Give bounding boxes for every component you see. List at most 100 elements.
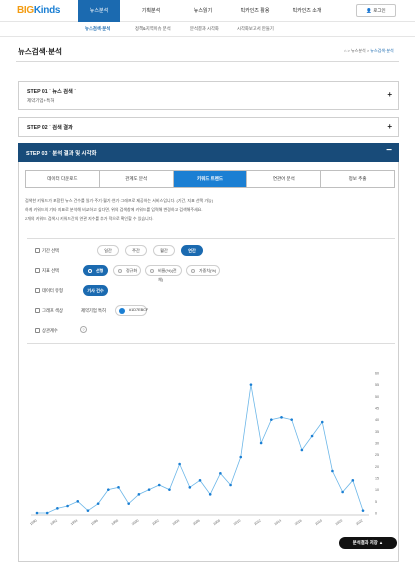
nav-bigkinds-use[interactable]: 빅카인즈 활용 [234,0,276,22]
period-yearly[interactable]: 연간 [181,245,203,256]
login-button[interactable]: 👤 로그인 [356,4,396,17]
data-point[interactable] [270,418,273,421]
subnav-visualization[interactable]: 분석결과 시각화 [190,26,219,32]
x-tick-label: 2016 [294,518,303,526]
sub-nav: 뉴스검색·분석 정책&지역이슈 분석 분석결과 시각화 시각화보고서 만들기 [0,22,415,37]
help-icon[interactable]: ? [80,326,87,333]
expand-icon[interactable]: + [387,90,392,99]
tab-relation-analysis[interactable]: 관계도 분석 [99,171,174,187]
index-ratio[interactable]: 비율(%)(전체) [145,265,182,282]
save-result-button[interactable]: 분석결과 저장 ▲ [339,537,397,549]
data-point[interactable] [66,504,69,508]
data-point[interactable] [208,493,212,496]
data-point[interactable] [310,434,314,438]
data-point[interactable] [127,502,130,505]
top-header: BIGKinds 뉴스분석 기획분석 뉴스읽기 빅카인즈 활용 빅카인즈 소개 … [0,0,415,22]
x-tick-label: 2006 [192,518,201,526]
data-point[interactable] [168,488,171,491]
x-tick-label: 2000 [131,518,140,526]
index-label: 지표 선택 [35,268,59,274]
y-tick-label: 40 [375,418,379,422]
data-point[interactable] [86,509,90,512]
data-point[interactable] [351,479,355,482]
color-picker-button[interactable]: #1D7EBCF [115,305,148,316]
data-point[interactable] [229,483,232,487]
step2-panel[interactable]: STEP 02 ˙ 검색 결과 + [18,117,399,137]
data-type-article-count[interactable]: 기사 건수 [83,285,108,296]
home-icon[interactable]: ⌂ [344,48,346,53]
step1-panel[interactable]: STEP 01 ˙ 뉴스 검색 ˙ 제약기업+특허 + [18,81,399,110]
collapse-icon[interactable]: − [386,145,392,156]
data-point[interactable] [219,472,222,475]
subnav-policy-issue[interactable]: 정책&지역이슈 분석 [135,26,171,32]
nav-news-reading[interactable]: 뉴스읽기 [182,0,224,22]
data-point[interactable] [76,500,80,503]
data-type-label: 데이터 유형 [35,288,63,294]
data-point[interactable] [188,486,192,489]
nav-planned-analysis[interactable]: 기획분석 [130,0,172,22]
x-tick-label: 2018 [314,518,323,526]
data-point[interactable] [239,455,243,459]
tab-data-download[interactable]: 데이터 다운로드 [26,171,100,187]
index-normalized[interactable]: 정규화 [113,265,141,276]
index-weight[interactable]: 가중치(%) [186,265,220,276]
tab-info-extraction[interactable]: 정보 추출 [321,171,394,187]
period-monthly[interactable]: 월간 [153,245,175,256]
x-tick-label: 2008 [212,518,221,526]
data-point[interactable] [361,509,365,512]
tab-related-words[interactable]: 연관어 분석 [247,171,322,187]
bigkinds-logo[interactable]: BIGKinds [17,5,60,16]
data-point[interactable] [300,448,304,452]
data-point[interactable] [117,486,120,489]
data-point[interactable] [137,493,141,496]
subnav-report[interactable]: 시각화보고서 만들기 [237,26,274,32]
color-swatch [119,308,125,314]
data-point[interactable] [45,511,49,515]
correlation-icon [35,328,40,333]
data-point[interactable] [259,441,263,445]
x-tick-label: 1998 [111,518,120,526]
data-point[interactable] [249,383,253,386]
data-point[interactable] [147,488,151,491]
data-point[interactable] [157,483,161,487]
data-point[interactable] [107,488,110,491]
x-tick-label: 2012 [253,518,262,526]
x-tick-label: 2014 [274,518,283,526]
data-point[interactable] [280,416,283,419]
x-tick-label: 2022 [355,518,364,526]
chart-icon [35,268,40,273]
y-tick-label: 0 [375,512,377,516]
x-tick-label: 1992 [49,518,58,526]
data-point[interactable] [35,511,39,515]
data-type-row: 데이터 유형 기사 건수 [27,283,395,300]
nav-bigkinds-intro[interactable]: 빅카인즈 소개 [286,0,328,22]
description-line: 2개의 키워드 검색시 키워드간의 연관 지수를 추가 적으로 확인할 수 있습… [25,216,154,221]
data-point[interactable] [320,420,324,424]
subnav-news-search[interactable]: 뉴스검색·분석 [85,26,110,32]
index-row: 지표 선택 선형 정규화 비율(%)(전체) 가중치(%) [27,263,395,282]
data-point[interactable] [331,469,334,473]
radio-icon [150,268,154,273]
expand-icon[interactable]: + [387,122,392,131]
index-linear[interactable]: 선형 [83,265,108,276]
data-point[interactable] [96,502,100,505]
step1-title: STEP 01 ˙ 뉴스 검색 ˙ [27,89,76,95]
period-weekly[interactable]: 주간 [125,245,147,256]
step3-header[interactable]: STEP 03 ˙ 분석 결과 및 시각화 − [18,143,399,162]
tab-keyword-trend[interactable]: 키워드 트렌드 [173,171,248,187]
analysis-tabs: 데이터 다운로드 관계도 분석 키워드 트렌드 연관어 분석 정보 추출 [25,170,395,188]
data-point[interactable] [178,462,181,466]
breadcrumb-item[interactable]: 뉴스분석 [351,48,366,53]
x-tick-label: 1996 [90,518,99,526]
trend-options: 기간 선택 일간 주간 월간 연간 지표 선택 선형 정규화 비율(%)(전체)… [27,238,395,344]
nav-news-analysis[interactable]: 뉴스분석 [78,0,120,22]
data-point[interactable] [56,507,59,510]
y-tick-label: 35 [375,430,379,434]
data-point[interactable] [341,490,344,494]
data-point[interactable] [290,418,293,421]
y-tick-label: 20 [375,465,379,469]
data-point[interactable] [198,479,202,482]
period-daily[interactable]: 일간 [97,245,119,256]
x-tick-label: 1990 [29,518,38,526]
x-tick-label: 2004 [172,518,181,526]
